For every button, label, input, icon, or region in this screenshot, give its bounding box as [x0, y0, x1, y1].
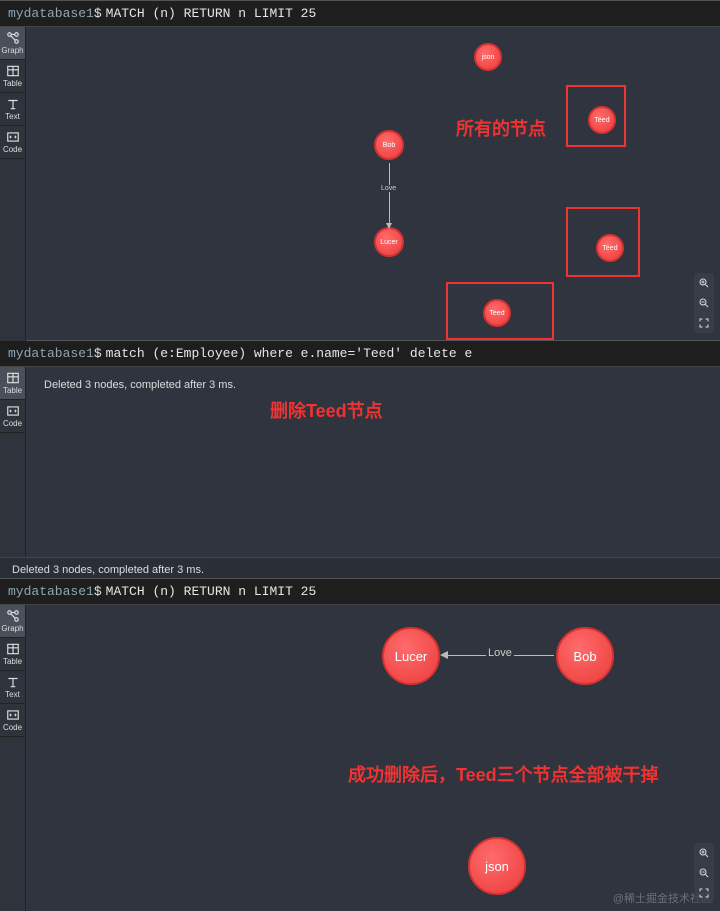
graph-canvas[interactable]: json Bob Lucer Teed Teed Teed Love 所有的节点 [26, 27, 720, 341]
code-icon [6, 130, 20, 144]
zoom-out-icon [698, 867, 710, 879]
zoom-out-button[interactable] [694, 863, 714, 883]
table-icon [6, 371, 20, 385]
db-name: mydatabase1 [8, 6, 94, 21]
view-sidebar: Graph Table Text Code [0, 605, 26, 911]
table-icon [6, 642, 20, 656]
result-canvas: Deleted 3 nodes, completed after 3 ms. 删… [26, 367, 720, 557]
query-text[interactable]: match (e:Employee) where e.name='Teed' d… [106, 346, 473, 361]
prompt-symbol: $ [94, 584, 102, 599]
view-tab-code[interactable]: Code [0, 126, 25, 159]
view-tab-text[interactable]: Text [0, 93, 25, 126]
query-text[interactable]: MATCH (n) RETURN n LIMIT 25 [106, 6, 317, 21]
zoom-controls [694, 273, 714, 333]
zoom-fit-button[interactable] [694, 313, 714, 333]
graph-canvas[interactable]: Lucer Bob json Love 成功删除后，Teed三个节点全部被干掉 [26, 605, 720, 911]
view-sidebar: Graph Table Text Code [0, 27, 26, 341]
view-tab-code[interactable]: Code [0, 400, 25, 433]
arrow-left-icon [440, 651, 448, 659]
query-bar: mydatabase1$ match (e:Employee) where e.… [0, 341, 720, 367]
view-tab-table[interactable]: Table [0, 367, 25, 400]
query-bar: mydatabase1$ MATCH (n) RETURN n LIMIT 25 [0, 579, 720, 605]
view-tab-graph[interactable]: Graph [0, 605, 25, 638]
view-tab-graph[interactable]: Graph [0, 27, 25, 60]
db-name: mydatabase1 [8, 584, 94, 599]
node-lucer[interactable]: Lucer [382, 627, 440, 685]
zoom-in-button[interactable] [694, 843, 714, 863]
graph-icon [6, 609, 20, 623]
query-text[interactable]: MATCH (n) RETURN n LIMIT 25 [106, 584, 317, 599]
highlight-box [566, 85, 626, 147]
result-panel-2: mydatabase1$ match (e:Employee) where e.… [0, 340, 720, 578]
highlight-box [566, 207, 640, 277]
node-bob[interactable]: Bob [374, 130, 404, 160]
zoom-in-icon [698, 847, 710, 859]
edge-label: Love [379, 185, 398, 192]
node-lucer[interactable]: Lucer [374, 227, 404, 257]
db-name: mydatabase1 [8, 346, 94, 361]
annotation-text: 所有的节点 [456, 115, 546, 141]
node-bob[interactable]: Bob [556, 627, 614, 685]
graph-icon [6, 31, 20, 45]
view-tab-text[interactable]: Text [0, 671, 25, 704]
text-icon [6, 97, 20, 111]
zoom-in-button[interactable] [694, 273, 714, 293]
edge-label: Love [486, 647, 514, 659]
view-tab-code[interactable]: Code [0, 704, 25, 737]
arrow-down-icon [386, 223, 392, 229]
code-icon [6, 708, 20, 722]
highlight-box [446, 282, 554, 340]
annotation-text: 删除Teed节点 [270, 397, 383, 423]
node-json[interactable]: json [474, 43, 502, 71]
zoom-out-button[interactable] [694, 293, 714, 313]
annotation-text: 成功删除后，Teed三个节点全部被干掉 [348, 761, 659, 787]
result-message: Deleted 3 nodes, completed after 3 ms. [44, 379, 236, 391]
zoom-fit-button[interactable] [694, 883, 714, 903]
result-panel-1: mydatabase1$ MATCH (n) RETURN n LIMIT 25… [0, 0, 720, 340]
zoom-controls [694, 843, 714, 903]
prompt-symbol: $ [94, 346, 102, 361]
fullscreen-icon [698, 317, 710, 329]
view-tab-table[interactable]: Table [0, 638, 25, 671]
query-bar: mydatabase1$ MATCH (n) RETURN n LIMIT 25 [0, 1, 720, 27]
view-tab-table[interactable]: Table [0, 60, 25, 93]
code-icon [6, 404, 20, 418]
prompt-symbol: $ [94, 6, 102, 21]
table-icon [6, 64, 20, 78]
zoom-in-icon [698, 277, 710, 289]
view-sidebar: Table Code [0, 367, 26, 557]
node-json[interactable]: json [468, 837, 526, 895]
fullscreen-icon [698, 887, 710, 899]
result-panel-3: mydatabase1$ MATCH (n) RETURN n LIMIT 25… [0, 578, 720, 910]
text-icon [6, 675, 20, 689]
edge-bob-lucer [389, 163, 390, 223]
zoom-out-icon [698, 297, 710, 309]
